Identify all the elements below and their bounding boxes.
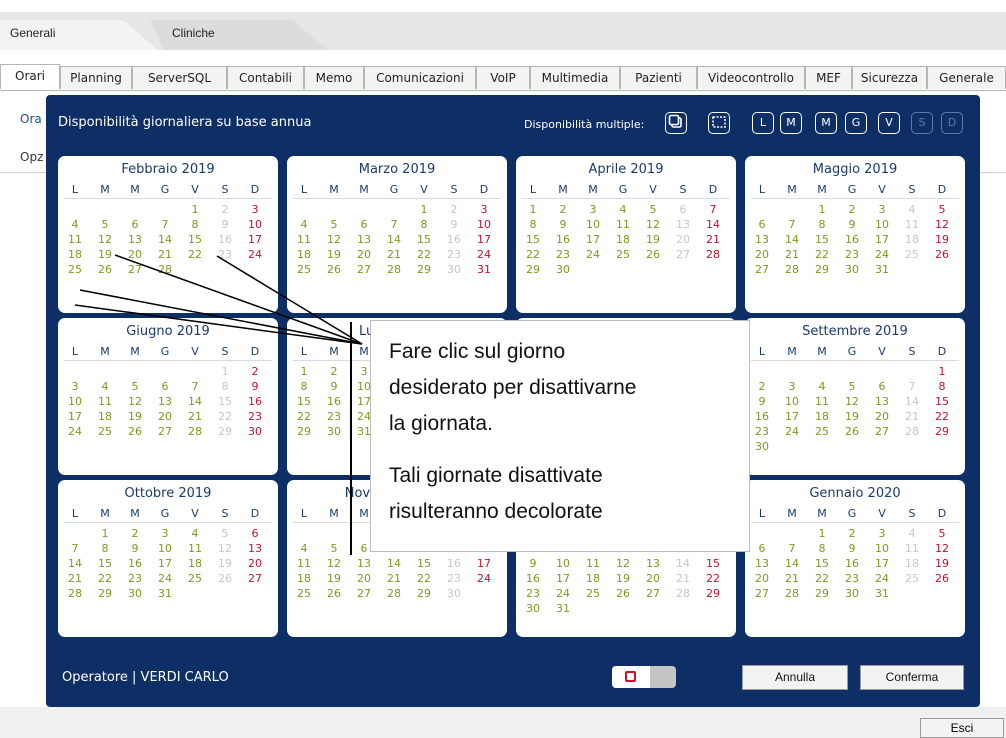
callout-line: desiderato per disattivarne — [389, 376, 637, 399]
instruction-callout: Fare clic sul giorno desiderato per disa… — [370, 320, 750, 552]
exit-button[interactable]: Esci — [920, 718, 1004, 738]
callout-line: la giornata. — [389, 412, 493, 435]
callout-line: Fare clic sul giorno — [389, 340, 566, 363]
callout-line: Tali giornate disattivate — [389, 464, 603, 487]
callout-line: risulteranno decolorate — [389, 500, 603, 523]
bottom-bar — [0, 707, 1006, 738]
